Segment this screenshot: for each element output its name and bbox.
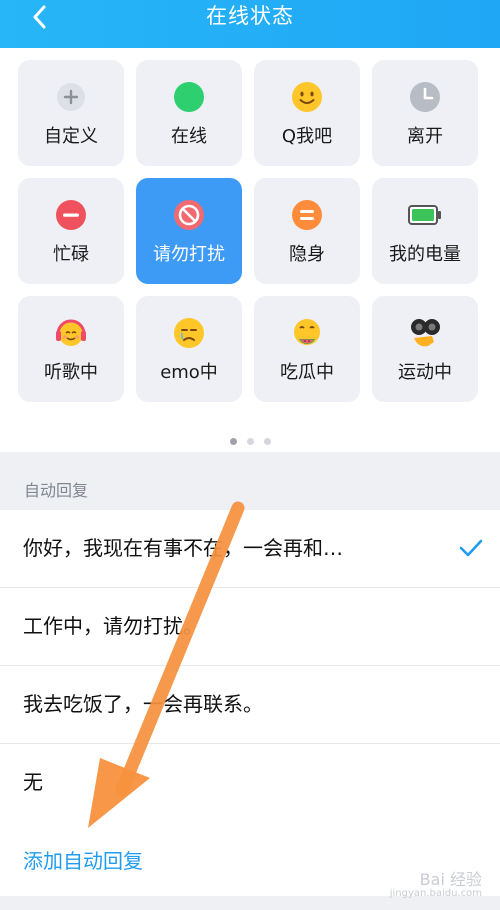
eating-melon-face-icon [290, 316, 324, 350]
add-auto-reply-label: 添加自动回复 [23, 849, 143, 873]
binoculars-icon [408, 316, 442, 350]
page-dot[interactable] [263, 438, 271, 445]
watermark-text: Bai 经验 [419, 870, 482, 889]
auto-reply-text: 无 [23, 770, 43, 794]
watermark-logo: Bai 经验 jingyan.baidu.com [390, 872, 482, 900]
status-tile-q-me[interactable]: Q我吧 [254, 60, 360, 166]
invisible-icon [290, 198, 324, 232]
page-dot[interactable] [246, 438, 254, 445]
status-tile-battery[interactable]: 我的电量 [372, 178, 478, 284]
busy-minus-icon [54, 198, 88, 232]
auto-reply-section-label: 自动回复 [24, 481, 89, 500]
status-label: 隐身 [289, 244, 325, 265]
auto-reply-text: 我去吃饭了，一会再联系。 [23, 692, 263, 716]
auto-reply-item[interactable]: 无 [0, 744, 500, 821]
status-tile-do-not-disturb[interactable]: 请勿打扰 [136, 178, 242, 284]
status-label: 运动中 [398, 362, 452, 383]
status-tile-emo[interactable]: emo中 [136, 296, 242, 402]
status-tile-busy[interactable]: 忙碌 [18, 178, 124, 284]
online-dot-icon [172, 80, 206, 114]
status-tile-eating-melon[interactable]: 吃瓜中 [254, 296, 360, 402]
status-label: Q我吧 [281, 126, 333, 147]
page-dot-active[interactable] [229, 438, 237, 445]
status-tile-exercising[interactable]: 运动中 [372, 296, 478, 402]
status-tile-custom[interactable]: 自定义 [18, 60, 124, 166]
page-indicator [0, 438, 500, 445]
status-label: emo中 [160, 362, 218, 383]
header-bar: 在线状态 [0, 0, 500, 48]
status-tile-invisible[interactable]: 隐身 [254, 178, 360, 284]
auto-reply-list: 你好，我现在有事不在，一会再和… 工作中，请勿打扰。 我去吃饭了，一会再联系。 … [0, 510, 500, 821]
auto-reply-item[interactable]: 你好，我现在有事不在，一会再和… [0, 510, 500, 588]
battery-icon [408, 198, 442, 232]
status-label: 忙碌 [53, 244, 89, 265]
plus-icon [54, 80, 88, 114]
checkmark-icon [459, 539, 483, 557]
headphones-face-icon [54, 316, 88, 350]
do-not-disturb-icon [172, 198, 206, 232]
smile-face-icon [290, 80, 324, 114]
clock-icon [408, 80, 442, 114]
auto-reply-text: 工作中，请勿打扰。 [23, 614, 203, 638]
auto-reply-text: 你好，我现在有事不在，一会再和… [23, 536, 343, 560]
status-label: 我的电量 [389, 244, 461, 265]
status-label: 在线 [171, 126, 207, 147]
status-label: 请勿打扰 [153, 244, 225, 265]
status-panel: 自定义 在线 Q我吧 离开 忙碌 请勿打扰 隐身 我的电量 听歌中 emo中 吃… [0, 48, 500, 452]
status-label: 听歌中 [44, 362, 98, 383]
auto-reply-item[interactable]: 我去吃饭了，一会再联系。 [0, 666, 500, 744]
auto-reply-item[interactable]: 工作中，请勿打扰。 [0, 588, 500, 666]
status-tile-away[interactable]: 离开 [372, 60, 478, 166]
watermark-sub: jingyan.baidu.com [389, 888, 482, 899]
status-label: 离开 [407, 126, 443, 147]
status-label: 自定义 [44, 126, 98, 147]
sad-face-icon [172, 316, 206, 350]
status-label: 吃瓜中 [280, 362, 334, 383]
status-grid: 自定义 在线 Q我吧 离开 忙碌 请勿打扰 隐身 我的电量 听歌中 emo中 吃… [18, 60, 478, 402]
status-tile-online[interactable]: 在线 [136, 60, 242, 166]
status-tile-listening-music[interactable]: 听歌中 [18, 296, 124, 402]
page-title: 在线状态 [206, 4, 294, 28]
